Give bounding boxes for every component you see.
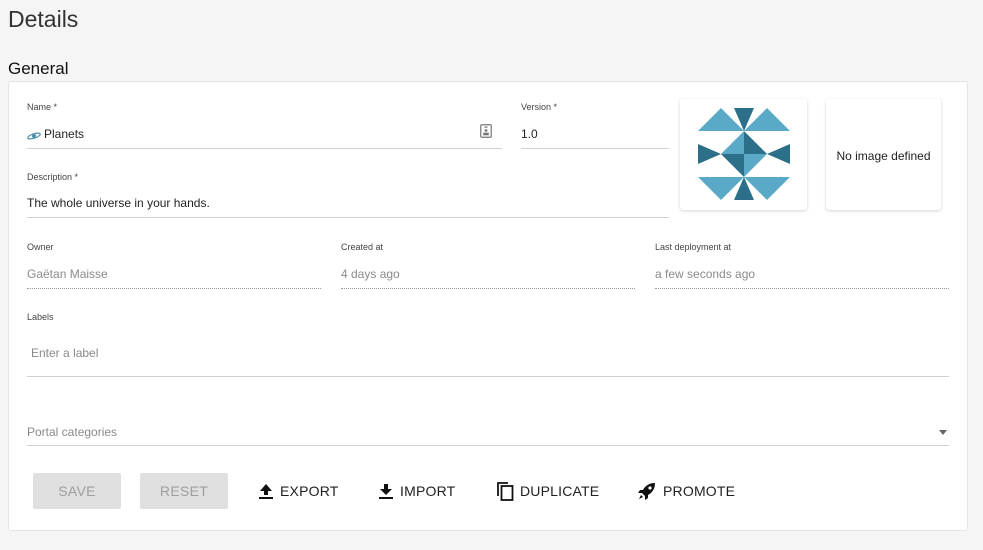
- import-icon: [379, 483, 393, 499]
- name-label: Name *: [27, 102, 58, 112]
- owner-label: Owner: [27, 242, 54, 252]
- version-field[interactable]: Version * 1.0: [521, 102, 669, 149]
- description-field[interactable]: Description * The whole universe in your…: [27, 172, 669, 219]
- labels-label: Labels: [27, 312, 54, 322]
- dropdown-arrow-icon[interactable]: [939, 430, 947, 435]
- last-deployment-label: Last deployment at: [655, 242, 732, 252]
- promote-button[interactable]: PROMOTE: [637, 473, 735, 509]
- name-text: Planets: [44, 127, 85, 141]
- export-button[interactable]: EXPORT: [258, 473, 339, 509]
- name-value[interactable]: Planets: [27, 127, 84, 141]
- duplicate-button[interactable]: DUPLICATE: [496, 473, 599, 509]
- labels-input[interactable]: Enter a label: [31, 346, 98, 360]
- created-at-value: 4 days ago: [341, 267, 400, 281]
- created-at-field: Created at 4 days ago: [341, 242, 635, 290]
- import-label: IMPORT: [400, 483, 456, 499]
- import-button[interactable]: IMPORT: [378, 473, 455, 509]
- page-title: Details: [8, 6, 79, 32]
- owner-value: Gaëtan Maisse: [27, 267, 108, 281]
- api-logo-icon: [27, 130, 41, 140]
- export-label: EXPORT: [280, 483, 339, 499]
- owner-field: Owner Gaëtan Maisse: [27, 242, 321, 290]
- created-at-underline: [341, 288, 635, 289]
- last-deployment-field: Last deployment at a few seconds ago: [655, 242, 949, 290]
- export-icon: [259, 483, 273, 499]
- reset-button[interactable]: RESET: [140, 473, 228, 509]
- duplicate-label: DUPLICATE: [520, 483, 600, 499]
- portal-categories-select[interactable]: Portal categories: [27, 404, 949, 447]
- promote-label: PROMOTE: [663, 483, 736, 499]
- last-deployment-underline: [655, 288, 949, 289]
- save-button[interactable]: SAVE: [33, 473, 121, 509]
- badge-icon[interactable]: [480, 124, 492, 138]
- no-image-text: No image defined: [836, 149, 931, 163]
- name-underline: [27, 148, 502, 149]
- created-at-label: Created at: [341, 242, 384, 252]
- picture-card[interactable]: [680, 99, 807, 210]
- portal-categories-placeholder: Portal categories: [27, 425, 118, 439]
- version-underline: [521, 148, 669, 149]
- description-underline: [27, 217, 669, 218]
- name-field[interactable]: Name * Planets: [27, 102, 502, 149]
- promote-icon: [638, 483, 655, 500]
- avatar-pattern: [698, 108, 790, 200]
- description-label: Description *: [27, 172, 79, 182]
- description-value[interactable]: The whole universe in your hands.: [27, 196, 210, 210]
- general-card: Name * Planets Version * 1.0 Description…: [8, 81, 968, 531]
- last-deployment-value: a few seconds ago: [655, 267, 756, 281]
- labels-underline: [27, 376, 949, 377]
- duplicate-icon: [497, 482, 514, 501]
- version-label: Version *: [521, 102, 558, 112]
- labels-field[interactable]: Labels Enter a label: [27, 312, 949, 378]
- section-title: General: [8, 59, 69, 78]
- version-value[interactable]: 1.0: [521, 127, 538, 141]
- background-card[interactable]: No image defined: [826, 99, 941, 210]
- owner-underline: [27, 288, 321, 289]
- portal-categories-underline: [27, 445, 949, 446]
